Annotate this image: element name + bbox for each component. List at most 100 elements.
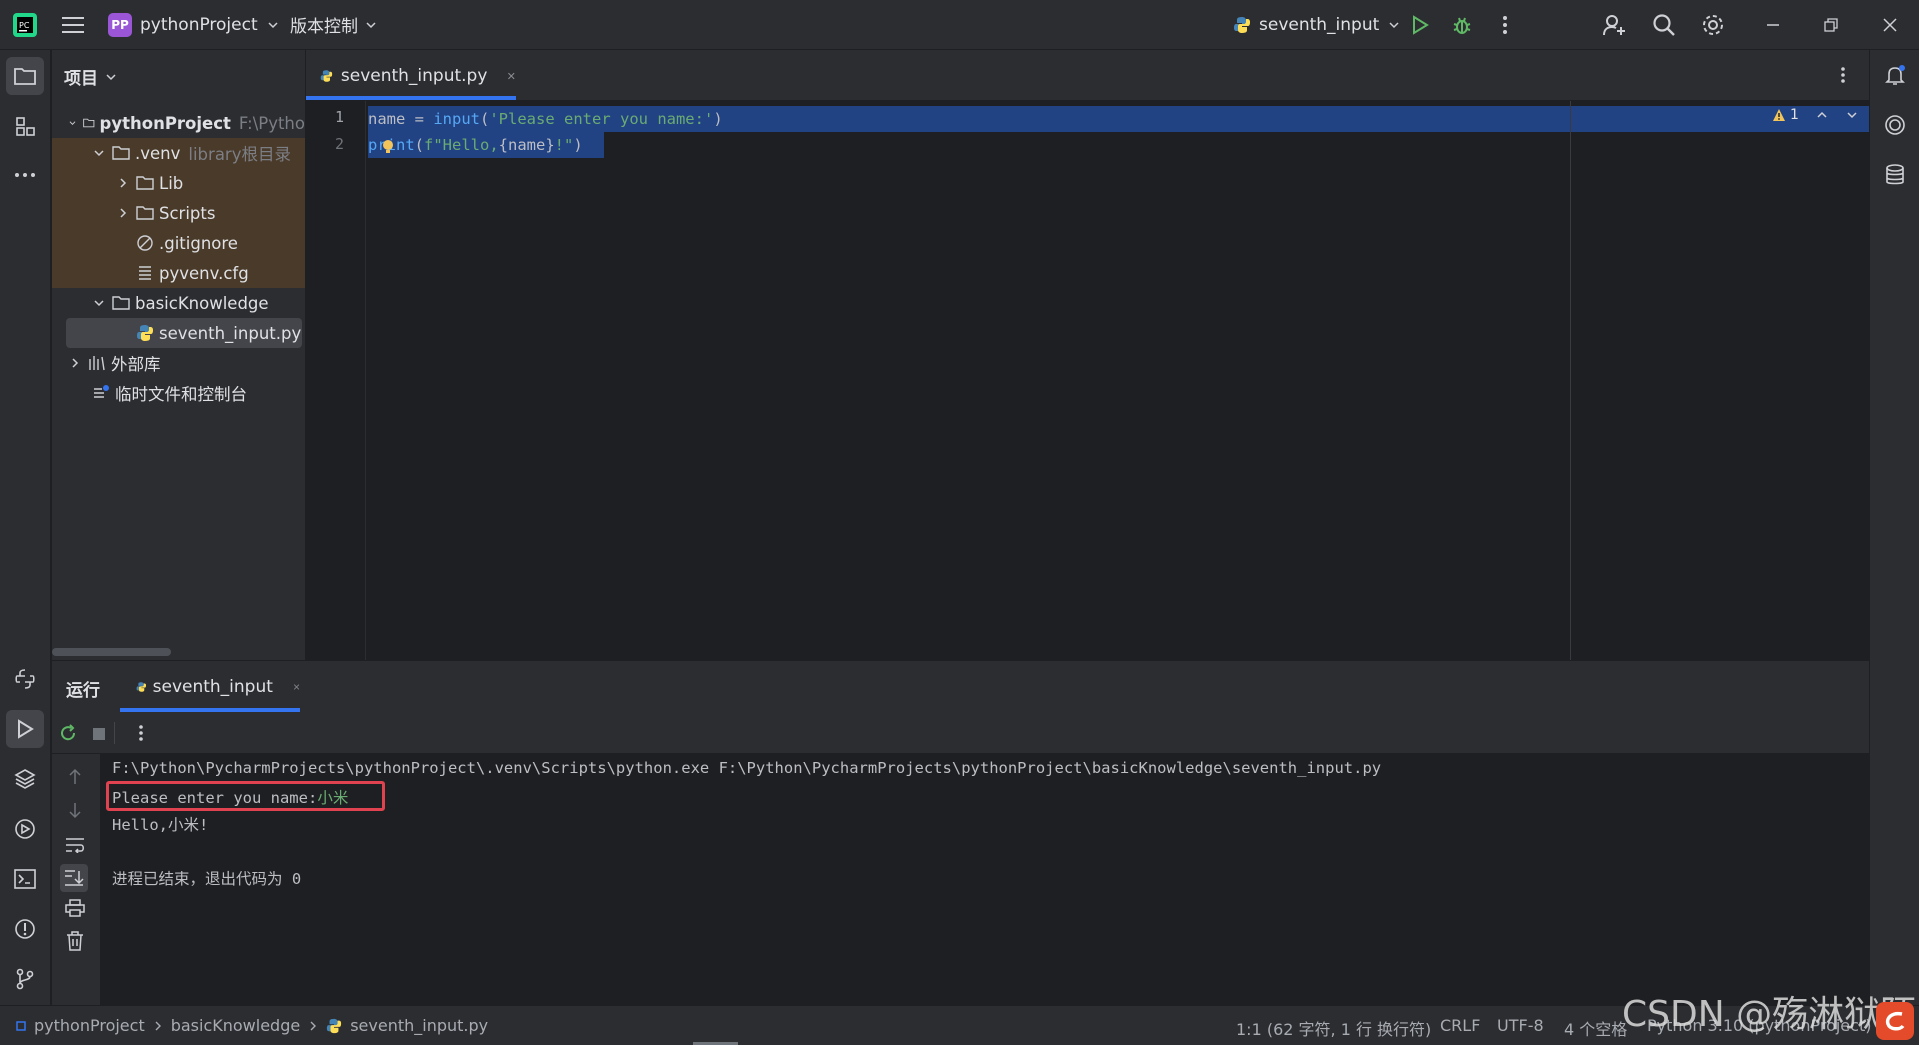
minimize-icon [1767, 24, 1779, 26]
tree-item-external-libraries[interactable]: 外部库 [52, 348, 305, 378]
vcs-menu[interactable]: 版本控制 [290, 0, 378, 50]
run-tool-button[interactable] [6, 710, 44, 748]
code-editor[interactable]: 1 2 name = input('Please enter you name:… [306, 101, 1869, 660]
python-icon [136, 681, 147, 692]
project-panel-header[interactable]: 项目 [64, 64, 118, 89]
stop-button[interactable] [92, 726, 106, 745]
run-config-selector[interactable]: seventh_input [1233, 0, 1401, 50]
breadcrumb: pythonProject basicKnowledge seventh_inp… [16, 1016, 488, 1035]
close-window-button[interactable] [1869, 4, 1911, 46]
ignore-file-icon [137, 235, 153, 251]
breadcrumb-item[interactable]: basicKnowledge [171, 1016, 301, 1035]
ai-assistant-button[interactable] [1876, 106, 1914, 144]
main-menu-icon[interactable] [52, 4, 94, 46]
stop-icon [93, 728, 105, 740]
layers-tool-button[interactable] [6, 760, 44, 798]
editor-tab-seventh-input[interactable]: seventh_input.py [306, 50, 516, 101]
project-tool-button[interactable] [6, 57, 44, 95]
close-icon[interactable] [507, 70, 516, 82]
services-icon [15, 819, 35, 839]
account-button[interactable] [1593, 4, 1635, 46]
line-number: 2 [334, 135, 344, 153]
indent-setting[interactable]: 4 个空格 [1564, 1016, 1627, 1040]
line-number-gutter: 1 2 [306, 101, 366, 660]
project-panel: 项目 pythonProject F:\Pytho .venv library根… [52, 50, 305, 660]
tree-item-lib[interactable]: Lib [52, 168, 305, 198]
caret-position[interactable]: 1:1 (62 字符, 1 行 换行符) [1236, 1016, 1431, 1040]
structure-tool-button[interactable] [6, 107, 44, 145]
run-button[interactable] [1399, 4, 1441, 46]
file-encoding[interactable]: UTF-8 [1497, 1016, 1544, 1035]
ai-assistant-icon [1885, 115, 1905, 135]
intention-bulb-icon[interactable] [382, 139, 394, 159]
minimize-button[interactable] [1752, 4, 1794, 46]
services-tool-button[interactable] [6, 810, 44, 848]
chevron-up-icon[interactable] [1815, 108, 1829, 122]
rerun-button[interactable] [58, 723, 78, 747]
folder-icon [136, 206, 154, 220]
rerun-icon [61, 724, 76, 741]
run-more-button[interactable] [138, 724, 144, 746]
database-button[interactable] [1876, 156, 1914, 194]
scroll-up-button[interactable] [67, 768, 83, 790]
folder-icon [83, 118, 95, 128]
chevron-right-icon [155, 1021, 161, 1030]
gear-icon [1703, 15, 1723, 35]
problems-tool-button[interactable] [6, 910, 44, 948]
search-button[interactable] [1643, 4, 1685, 46]
breadcrumb-item[interactable]: pythonProject [34, 1016, 145, 1035]
tree-item-label: pythonProject [99, 113, 231, 133]
settings-button[interactable] [1692, 4, 1734, 46]
tree-item-scratches[interactable]: 临时文件和控制台 [52, 378, 305, 408]
tree-item-venv[interactable]: .venv library根目录 [52, 138, 305, 168]
chevron-right-icon [310, 1021, 317, 1030]
run-icon [18, 719, 34, 739]
code-line-1[interactable]: name = input('Please enter you name:') [368, 106, 723, 132]
python-console-button[interactable] [6, 660, 44, 698]
tree-item-path: F:\Pytho [238, 113, 305, 133]
tree-item-scripts[interactable]: Scripts [52, 198, 305, 228]
project-selector[interactable]: PP pythonProject [108, 0, 280, 50]
chevron-down-icon[interactable] [1845, 108, 1859, 122]
chevron-down-icon [366, 21, 376, 28]
line-separator[interactable]: CRLF [1440, 1016, 1480, 1035]
breadcrumb-item[interactable]: seventh_input.py [350, 1016, 488, 1035]
editor-options-button[interactable] [1840, 66, 1846, 88]
right-margin-guide [1570, 101, 1571, 660]
run-tab-seventh-input[interactable]: seventh_input [120, 661, 300, 712]
print-button[interactable] [65, 899, 85, 921]
tree-item-pyvenv-cfg[interactable]: pyvenv.cfg [52, 258, 305, 288]
chevron-down-icon [106, 73, 116, 80]
structure-icon [16, 117, 35, 136]
more-tools-button[interactable] [6, 156, 44, 194]
close-icon [1883, 18, 1897, 32]
horizontal-scrollbar[interactable] [52, 648, 171, 656]
close-icon[interactable] [293, 681, 300, 693]
tree-item-library-root: library根目录 [188, 145, 291, 164]
module-icon [16, 1020, 26, 1031]
more-vertical-icon [1841, 67, 1845, 83]
code-token: input [433, 110, 480, 128]
tree-item-label: Lib [159, 173, 184, 193]
tree-item-seventh-input[interactable]: seventh_input.py [66, 318, 302, 348]
debug-button[interactable] [1441, 4, 1483, 46]
soft-wrap-button[interactable] [65, 837, 85, 857]
code-token: f"Hello, [424, 136, 499, 154]
terminal-tool-button[interactable] [6, 860, 44, 898]
tree-item-gitignore[interactable]: .gitignore [52, 228, 305, 258]
git-tool-button[interactable] [6, 960, 44, 998]
scroll-to-end-button[interactable] [60, 864, 88, 892]
clear-console-button[interactable] [66, 931, 84, 955]
tree-item-pythonproject[interactable]: pythonProject F:\Pytho [52, 108, 305, 138]
project-panel-title: 项目 [64, 69, 98, 89]
chevron-right-icon [72, 358, 79, 368]
restore-button[interactable] [1810, 4, 1852, 46]
run-console[interactable]: F:\Python\PycharmProjects\pythonProject\… [100, 754, 1869, 1005]
scroll-down-button[interactable] [67, 801, 83, 823]
inspection-widget[interactable]: 1 [1772, 107, 1859, 123]
tree-item-basicknowledge[interactable]: basicKnowledge [52, 288, 305, 318]
code-token: ) [573, 136, 583, 154]
code-line-2[interactable]: print(f"Hello,{name}!") [368, 132, 583, 158]
more-actions-button[interactable] [1484, 4, 1526, 46]
notifications-button[interactable] [1876, 56, 1914, 94]
